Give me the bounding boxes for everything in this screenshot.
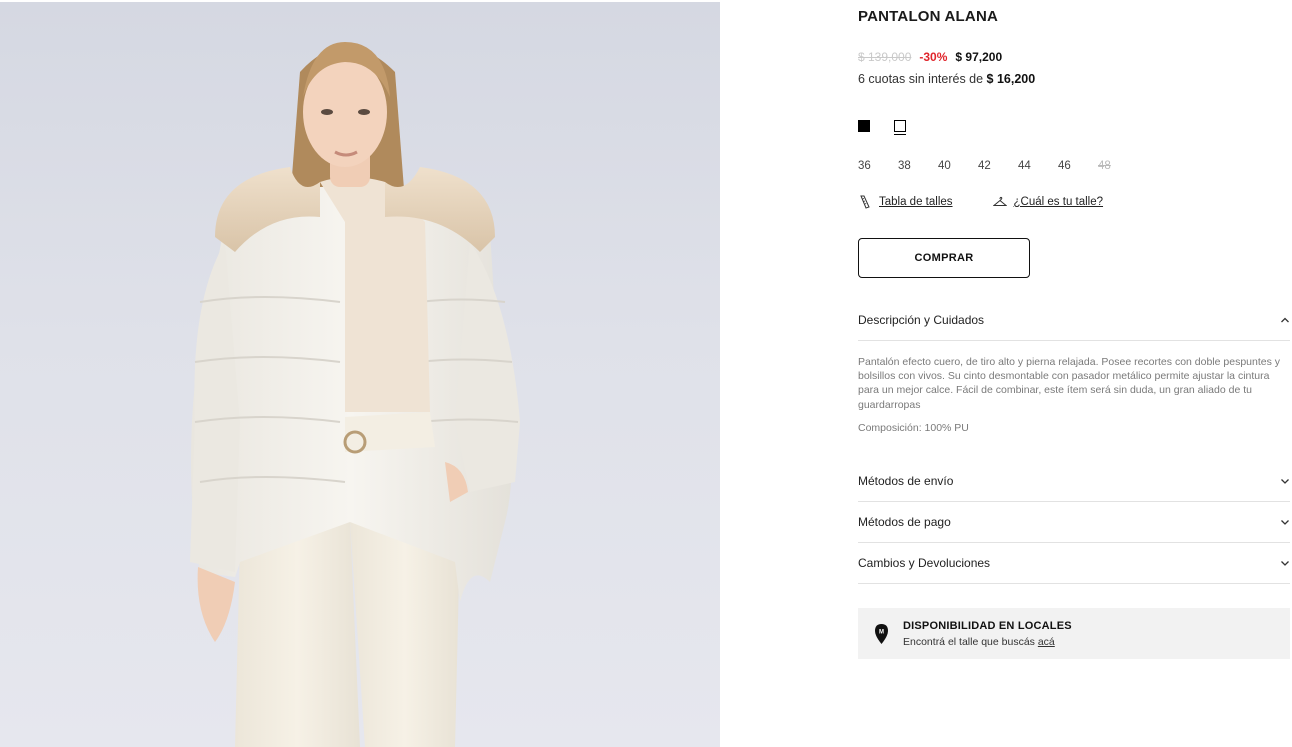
accordion-shipping-header[interactable]: Métodos de envío xyxy=(858,461,1290,502)
installments-text: 6 cuotas sin interés de xyxy=(858,72,987,86)
size-option-44[interactable]: 44 xyxy=(1018,160,1058,172)
store-availability-panel[interactable]: M DISPONIBILIDAD EN LOCALES Encontrá el … xyxy=(858,608,1290,659)
accordion-payment-header[interactable]: Métodos de pago xyxy=(858,502,1290,543)
size-table-link[interactable]: Tabla de talles xyxy=(858,195,953,209)
accordion-shipping: Métodos de envío xyxy=(858,461,1290,502)
size-help-links: Tabla de talles ¿Cuál es tu talle? xyxy=(858,195,1103,209)
color-swatch-black[interactable] xyxy=(858,120,870,132)
find-size-link[interactable]: ¿Cuál es tu talle? xyxy=(992,195,1104,209)
size-option-46[interactable]: 46 xyxy=(1058,160,1098,172)
size-table-label: Tabla de talles xyxy=(879,196,953,208)
accordion-description-body: Pantalón efecto cuero, de tiro alto y pi… xyxy=(858,341,1290,435)
buy-button[interactable]: COMPRAR xyxy=(858,238,1030,278)
ruler-icon xyxy=(860,195,870,209)
color-selector xyxy=(858,120,906,135)
find-size-label: ¿Cuál es tu talle? xyxy=(1013,196,1104,208)
size-option-48: 48 xyxy=(1098,160,1111,172)
discount-badge: -30% xyxy=(919,50,948,64)
hanger-icon xyxy=(992,196,1007,206)
product-title: PANTALON ALANA xyxy=(858,8,999,25)
availability-subtitle-text: Encontrá el talle que buscás xyxy=(903,635,1038,648)
availability-subtitle: Encontrá el talle que buscás acá xyxy=(903,636,1072,648)
accordion-shipping-title: Métodos de envío xyxy=(858,474,954,488)
store-pin-icon: M xyxy=(875,623,888,644)
accordion-payment-title: Métodos de pago xyxy=(858,515,951,529)
chevron-up-icon xyxy=(1281,317,1289,323)
accordion-description-header[interactable]: Descripción y Cuidados xyxy=(858,300,1290,341)
store-availability-text: DISPONIBILIDAD EN LOCALES Encontrá el ta… xyxy=(903,620,1072,648)
chevron-down-icon xyxy=(1281,561,1289,566)
product-image[interactable] xyxy=(0,2,720,747)
installments-info: 6 cuotas sin interés de $ 16,200 xyxy=(858,72,1035,86)
accordion-payment: Métodos de pago xyxy=(858,502,1290,543)
size-selector: 36 38 40 42 44 46 48 xyxy=(858,160,1138,172)
composition-text: Composición: 100% PU xyxy=(858,421,969,434)
svg-text:M: M xyxy=(879,629,884,635)
chevron-down-icon xyxy=(1281,520,1289,525)
description-text: Pantalón efecto cuero, de tiro alto y pi… xyxy=(858,356,1281,411)
model-photo xyxy=(190,42,520,747)
final-price: $ 97,200 xyxy=(955,50,1003,64)
accordion-description: Descripción y Cuidados Pantalón efecto c… xyxy=(858,300,1290,435)
size-option-42[interactable]: 42 xyxy=(978,160,1018,172)
accordion-returns-header[interactable]: Cambios y Devoluciones xyxy=(858,543,1290,584)
chevron-down-icon xyxy=(1281,479,1289,484)
availability-title: DISPONIBILIDAD EN LOCALES xyxy=(903,619,1072,632)
accordion-returns-title: Cambios y Devoluciones xyxy=(858,556,991,570)
old-price: $ 139,000 xyxy=(858,50,912,64)
accordion-description-title: Descripción y Cuidados xyxy=(858,313,985,327)
size-option-36[interactable]: 36 xyxy=(858,160,898,172)
size-option-38[interactable]: 38 xyxy=(898,160,938,172)
accordion-returns: Cambios y Devoluciones xyxy=(858,543,1290,584)
installments-amount: $ 16,200 xyxy=(986,72,1036,86)
price-row: $ 139,000 -30% $ 97,200 xyxy=(858,50,1002,64)
availability-link[interactable]: acá xyxy=(1038,636,1055,648)
color-swatch-white[interactable] xyxy=(894,120,906,135)
size-option-40[interactable]: 40 xyxy=(938,160,978,172)
